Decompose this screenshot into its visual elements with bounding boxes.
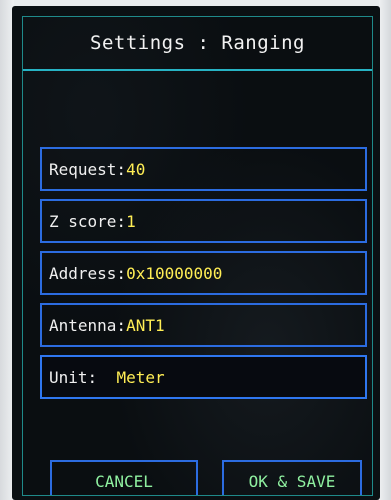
z-score-value: 1 xyxy=(126,211,136,231)
address-label: Address: xyxy=(49,263,127,283)
address-field[interactable]: Address: 0x10000000 xyxy=(40,251,367,295)
lcd-screen: Settings : Ranging Request: 40 Z score: 1 … xyxy=(22,16,373,496)
request-value: 40 xyxy=(126,159,146,179)
unit-label: Unit: xyxy=(49,367,117,387)
antenna-value: ANT1 xyxy=(126,315,165,335)
title-bar: Settings : Ranging xyxy=(23,17,372,71)
device-bezel: Settings : Ranging Request: 40 Z score: 1 … xyxy=(12,6,380,500)
z-score-label: Z score: xyxy=(49,211,127,231)
unit-value: Meter xyxy=(116,367,165,387)
z-score-field[interactable]: Z score: 1 xyxy=(40,199,367,243)
photo-background-right xyxy=(379,0,391,500)
page-title: Settings : Ranging xyxy=(90,32,305,54)
cancel-button[interactable]: CANCEL xyxy=(50,460,198,495)
antenna-field[interactable]: Antenna: ANT1 xyxy=(40,303,367,347)
address-value: 0x10000000 xyxy=(126,263,223,283)
request-label: Request: xyxy=(49,159,127,179)
unit-field[interactable]: Unit: Meter xyxy=(40,355,367,399)
antenna-label: Antenna: xyxy=(49,315,127,335)
ok-save-button[interactable]: OK & SAVE xyxy=(222,460,362,495)
request-field[interactable]: Request: 40 xyxy=(40,147,367,191)
